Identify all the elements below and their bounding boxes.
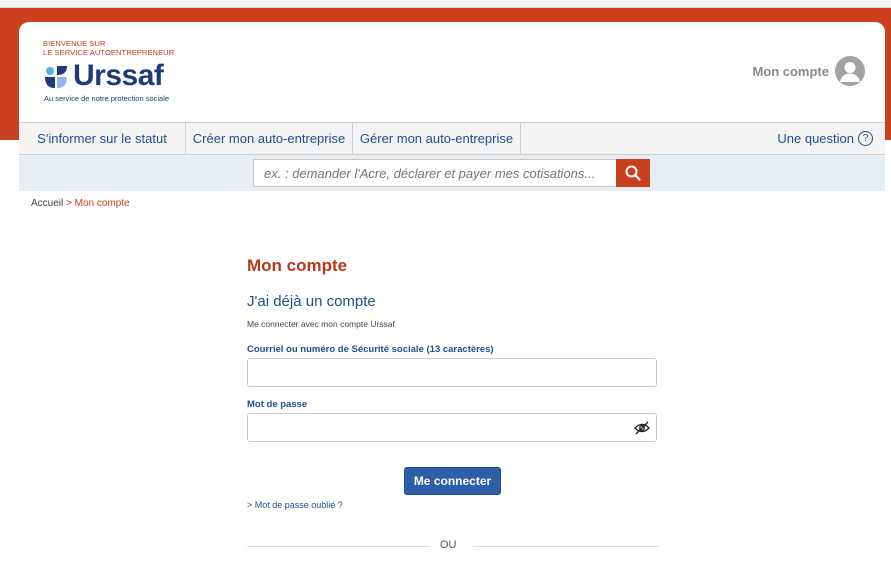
search-icon <box>625 165 641 181</box>
breadcrumb-current: Mon compte <box>74 198 130 209</box>
breadcrumb-home[interactable]: Accueil <box>31 198 63 209</box>
email-label: Courriel ou numéro de Sécurité sociale (… <box>247 344 494 355</box>
login-description: Me connecter avec mon compte Urssaf <box>247 319 395 329</box>
password-field[interactable] <box>247 413 657 442</box>
nav-item-creer[interactable]: Créer mon auto-entreprise <box>186 123 353 154</box>
header-card: BIENVENUE SUR LE SERVICE AUTOENTREPRENEU… <box>19 22 885 124</box>
urssaf-logo[interactable]: Urssaf Au service de notre protection so… <box>43 59 183 104</box>
nav-item-gerer[interactable]: Gérer mon auto-entreprise <box>353 123 521 154</box>
help-label: Une question <box>777 131 854 146</box>
or-divider: OU <box>247 539 659 553</box>
divider-line-left <box>247 546 430 547</box>
browser-top-strip <box>0 0 891 8</box>
logo-wordmark: Urssaf <box>73 59 164 92</box>
question-icon: ? <box>858 131 873 146</box>
forgot-password-link[interactable]: > Mot de passe oublié ? <box>247 500 343 510</box>
account-link[interactable]: Mon compte <box>752 56 865 86</box>
welcome-line-1: BIENVENUE SUR <box>43 39 106 48</box>
email-field[interactable] <box>247 358 657 387</box>
logo-tagline: Au service de notre protection sociale <box>44 94 170 103</box>
search-button[interactable] <box>616 159 650 187</box>
search-bar <box>19 155 885 191</box>
login-subtitle: J'ai déjà un compte <box>247 293 376 310</box>
login-section: Mon compte J'ai déjà un compte Me connec… <box>247 256 659 551</box>
welcome-line-2: LE SERVICE AUTOENTREPRENEUR <box>43 48 175 57</box>
welcome-text: BIENVENUE SUR LE SERVICE AUTOENTREPRENEU… <box>43 39 174 57</box>
connect-button[interactable]: Me connecter <box>404 467 501 495</box>
help-link[interactable]: Une question ? <box>777 123 885 154</box>
main-nav: S'informer sur le statut Créer mon auto-… <box>19 122 885 155</box>
divider-text: OU <box>440 539 457 551</box>
hide-password-icon[interactable] <box>634 420 650 436</box>
page-title: Mon compte <box>247 256 348 275</box>
divider-line-right <box>473 546 659 547</box>
nav-item-informer[interactable]: S'informer sur le statut <box>19 123 186 154</box>
account-label: Mon compte <box>752 63 829 79</box>
password-label: Mot de passe <box>247 399 308 410</box>
user-avatar-icon <box>835 56 865 86</box>
search-input[interactable] <box>253 159 617 187</box>
urssaf-logo-icon <box>45 66 67 88</box>
breadcrumb-separator: > <box>66 198 72 209</box>
breadcrumb: Accueil > Mon compte <box>31 198 130 209</box>
